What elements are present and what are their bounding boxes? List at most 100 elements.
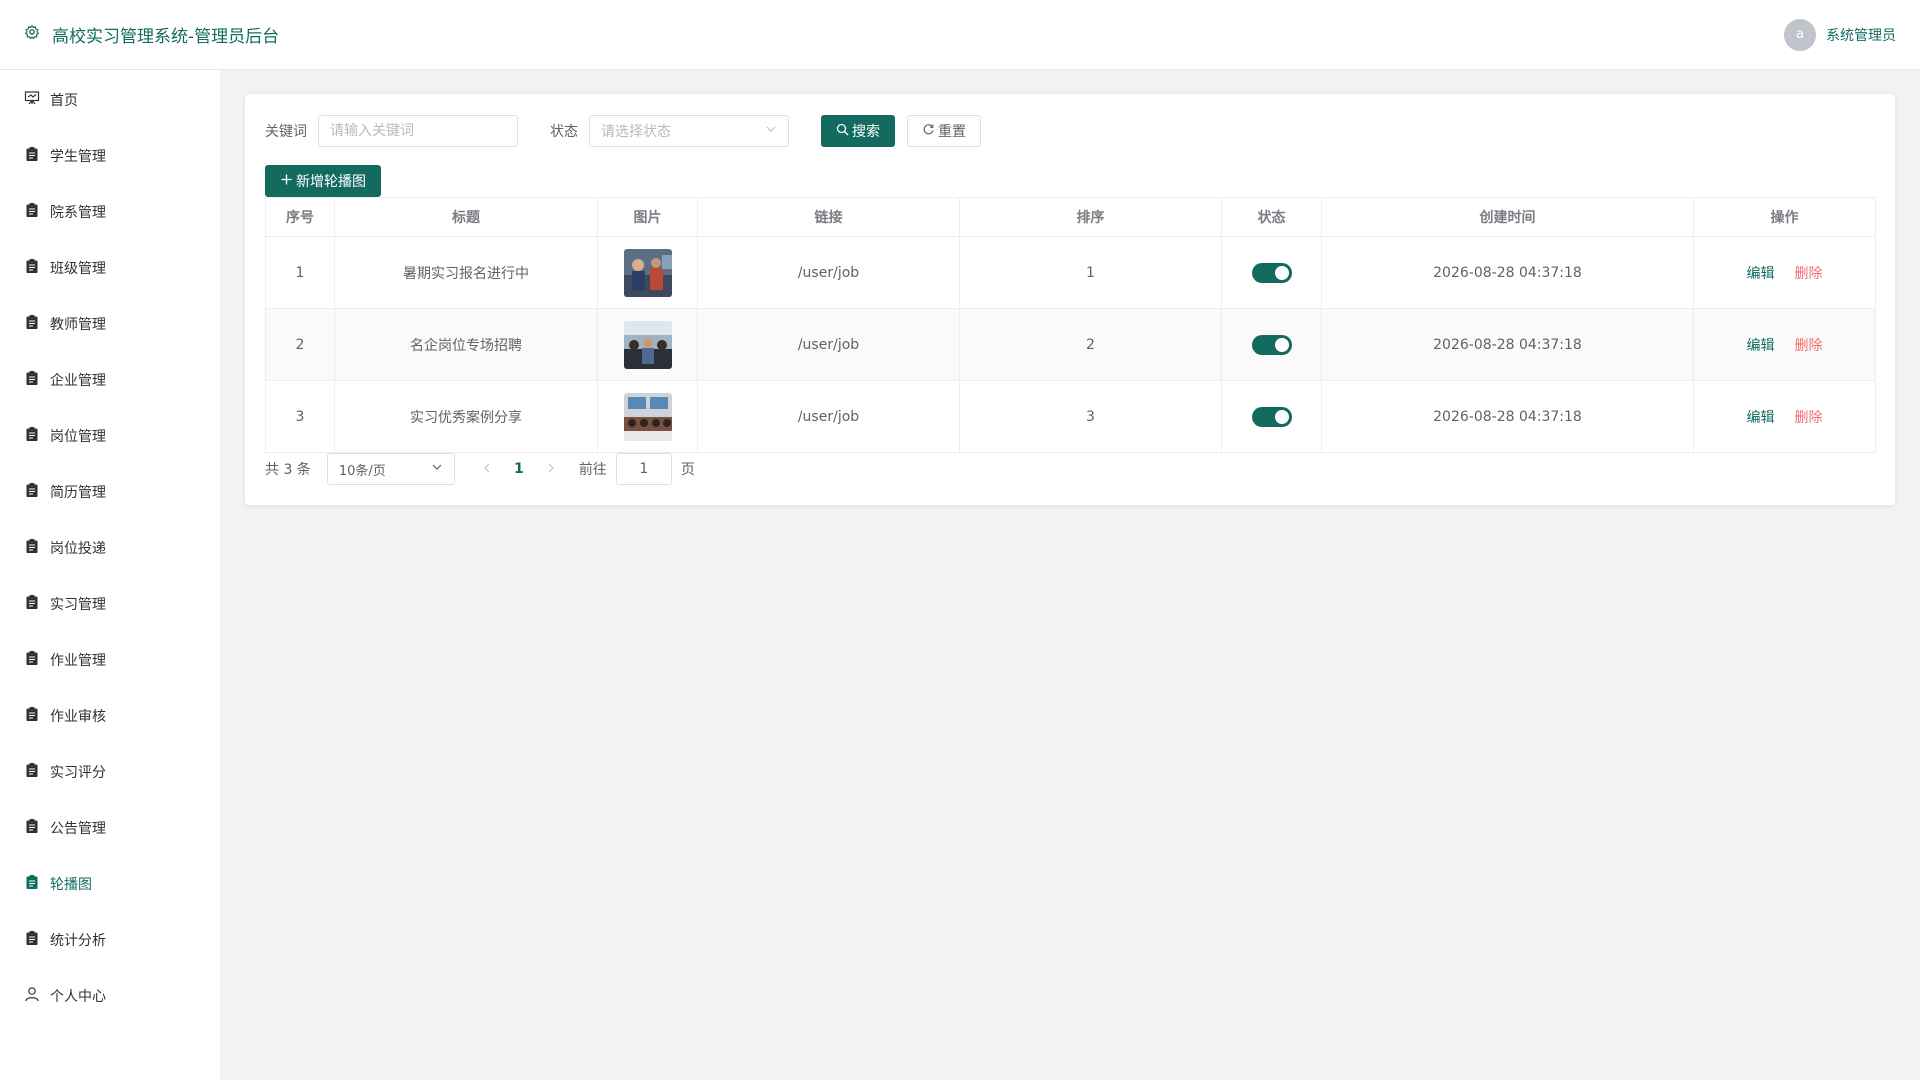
chevron-right-icon bbox=[546, 461, 556, 477]
username[interactable]: 系统管理员 bbox=[1826, 25, 1896, 45]
row-sort: 3 bbox=[1086, 408, 1095, 425]
cell-link: /user/job bbox=[697, 308, 960, 381]
chevron-down-icon bbox=[765, 123, 777, 139]
keyword-input[interactable] bbox=[318, 115, 518, 147]
cell-index: 2 bbox=[265, 308, 335, 381]
search-icon bbox=[836, 123, 849, 140]
cell-status bbox=[1221, 308, 1322, 381]
sidebar-item[interactable]: 教师管理 bbox=[0, 296, 220, 352]
row-link: /user/job bbox=[797, 336, 860, 353]
banner-thumbnail[interactable] bbox=[623, 392, 672, 441]
sidebar-item-label: 岗位投递 bbox=[50, 541, 106, 557]
next-page-button[interactable] bbox=[535, 453, 567, 485]
row-link: /user/job bbox=[797, 408, 860, 425]
status-switch[interactable] bbox=[1251, 262, 1292, 283]
sidebar-item-label: 岗位管理 bbox=[50, 429, 106, 445]
total-count: 共 3 条 bbox=[265, 462, 311, 478]
sidebar-item[interactable]: 岗位投递 bbox=[0, 520, 220, 576]
clipboard-icon bbox=[24, 202, 40, 222]
sidebar-item-label: 轮播图 bbox=[50, 877, 92, 893]
status-select[interactable]: 请选择状态 bbox=[589, 115, 789, 147]
clipboard-icon bbox=[24, 314, 40, 334]
refresh-icon bbox=[922, 123, 935, 140]
sidebar-item-label: 学生管理 bbox=[50, 149, 106, 165]
search-button[interactable]: 搜索 bbox=[821, 115, 895, 147]
cell-created: 2026-08-28 04:37:18 bbox=[1321, 380, 1694, 453]
cell-title: 实习优秀案例分享 bbox=[334, 380, 598, 453]
sidebar-item[interactable]: 轮播图 bbox=[0, 856, 220, 912]
reset-button-label: 重置 bbox=[938, 124, 966, 140]
user-menu[interactable]: a 系统管理员 bbox=[1784, 18, 1896, 51]
clipboard-icon bbox=[24, 146, 40, 166]
sidebar-item[interactable]: 企业管理 bbox=[0, 352, 220, 408]
avatar[interactable]: a bbox=[1784, 18, 1816, 51]
chevron-left-icon bbox=[482, 461, 492, 477]
reset-button[interactable]: 重置 bbox=[907, 115, 981, 147]
banner-thumbnail[interactable] bbox=[623, 320, 672, 369]
row-title: 暑期实习报名进行中 bbox=[403, 265, 529, 282]
clipboard-icon bbox=[24, 594, 40, 614]
row-title: 名企岗位专场招聘 bbox=[410, 337, 522, 354]
chevron-down-icon bbox=[431, 461, 443, 477]
banner-thumbnail[interactable] bbox=[623, 248, 672, 297]
sidebar-item[interactable]: 统计分析 bbox=[0, 912, 220, 968]
edit-button[interactable]: 编辑 bbox=[1747, 266, 1775, 282]
cell-created: 2026-08-28 04:37:18 bbox=[1321, 308, 1694, 381]
sidebar-item-label: 实习管理 bbox=[50, 597, 106, 613]
sidebar-item[interactable]: 实习管理 bbox=[0, 576, 220, 632]
column-header: 标题 bbox=[334, 197, 598, 237]
sidebar-item-label: 班级管理 bbox=[50, 261, 106, 277]
cell-sort: 1 bbox=[959, 236, 1222, 309]
sidebar-item[interactable]: 首页 bbox=[0, 72, 220, 128]
pagination: 共 3 条 10条/页 1 前往 页 bbox=[265, 453, 695, 485]
sidebar-item-label: 简历管理 bbox=[50, 485, 106, 501]
sidebar-item[interactable]: 简历管理 bbox=[0, 464, 220, 520]
delete-button[interactable]: 删除 bbox=[1795, 266, 1823, 282]
goto-page-input[interactable] bbox=[615, 453, 672, 485]
table-header-row: 序号 标题 图片 链接 排序 状态 创建时间 操作 bbox=[265, 197, 1876, 237]
cell-actions: 编辑 删除 bbox=[1693, 380, 1876, 453]
sidebar-item[interactable]: 实习评分 bbox=[0, 744, 220, 800]
cell-sort: 3 bbox=[959, 380, 1222, 453]
plus-icon bbox=[280, 173, 293, 190]
delete-button[interactable]: 删除 bbox=[1795, 410, 1823, 426]
gear-icon bbox=[24, 24, 40, 45]
add-banner-button[interactable]: 新增轮播图 bbox=[265, 165, 381, 197]
row-created: 2026-08-28 04:37:18 bbox=[1433, 264, 1582, 281]
prev-page-button[interactable] bbox=[471, 453, 503, 485]
status-switch[interactable] bbox=[1251, 406, 1292, 427]
column-header: 链接 bbox=[697, 197, 960, 237]
sidebar-item[interactable]: 班级管理 bbox=[0, 240, 220, 296]
cell-image bbox=[597, 380, 698, 453]
cell-sort: 2 bbox=[959, 308, 1222, 381]
presentation-icon bbox=[24, 90, 40, 110]
sidebar-item-label: 实习评分 bbox=[50, 765, 106, 781]
row-title: 实习优秀案例分享 bbox=[410, 409, 522, 426]
table-row: 3 实习优秀案例分享/user/job 3 2026-08-28 04:37:18 编辑… bbox=[265, 380, 1876, 453]
goto-label: 前往 bbox=[578, 462, 607, 478]
sidebar-item-label: 个人中心 bbox=[50, 989, 106, 1005]
sidebar-item-label: 院系管理 bbox=[50, 205, 106, 221]
clipboard-icon bbox=[24, 538, 40, 558]
status-switch[interactable] bbox=[1251, 334, 1292, 355]
add-banner-label: 新增轮播图 bbox=[296, 174, 366, 190]
sidebar-item[interactable]: 作业管理 bbox=[0, 632, 220, 688]
cell-link: /user/job bbox=[697, 236, 960, 309]
cell-actions: 编辑 删除 bbox=[1693, 236, 1876, 309]
edit-button[interactable]: 编辑 bbox=[1747, 410, 1775, 426]
page-size-select[interactable]: 10条/页 bbox=[326, 453, 455, 485]
clipboard-icon bbox=[24, 482, 40, 502]
sidebar-item[interactable]: 作业审核 bbox=[0, 688, 220, 744]
clipboard-icon bbox=[24, 930, 40, 950]
column-header: 操作 bbox=[1693, 197, 1876, 237]
clipboard-icon bbox=[24, 650, 40, 670]
sidebar-item[interactable]: 公告管理 bbox=[0, 800, 220, 856]
sidebar-item[interactable]: 岗位管理 bbox=[0, 408, 220, 464]
page-number[interactable]: 1 bbox=[503, 453, 535, 485]
sidebar-item[interactable]: 学生管理 bbox=[0, 128, 220, 184]
sidebar-item[interactable]: 院系管理 bbox=[0, 184, 220, 240]
sidebar-item[interactable]: 个人中心 bbox=[0, 968, 220, 1024]
edit-button[interactable]: 编辑 bbox=[1747, 338, 1775, 354]
banner-list-card: 关键词 状态 请选择状态 搜索 重置 新增轮播图 序号标题图片链接排序状态创建时… bbox=[245, 94, 1895, 505]
delete-button[interactable]: 删除 bbox=[1795, 338, 1823, 354]
